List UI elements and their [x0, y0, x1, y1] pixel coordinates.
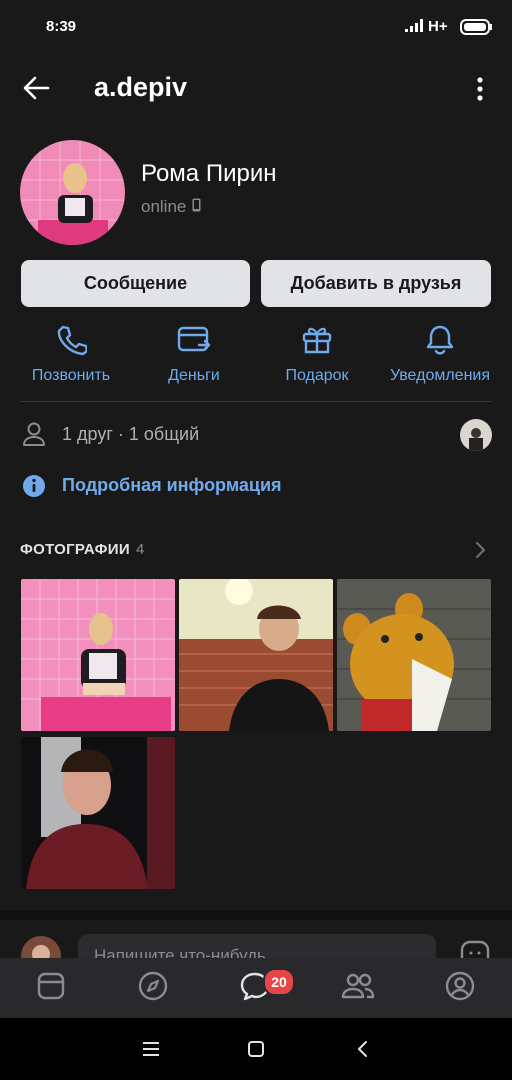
photos-header[interactable]: ФОТОГРАФИИ 4	[20, 541, 145, 558]
call-action-label: Позвонить	[31, 367, 111, 384]
add-friend-button[interactable]: Добавить в друзья	[261, 260, 491, 307]
friends-count-text: 1 друг · 1 общий	[62, 424, 200, 444]
money-card-icon	[129, 322, 259, 358]
info-icon	[22, 474, 46, 503]
discover-icon	[137, 970, 169, 1007]
photo-thumbnail[interactable]	[179, 579, 333, 731]
chevron-right-icon[interactable]	[474, 541, 486, 564]
photo-thumbnail[interactable]	[21, 579, 175, 731]
system-nav-bar	[0, 1018, 512, 1080]
person-icon	[22, 421, 46, 452]
back-arrow-icon[interactable]	[22, 76, 50, 105]
user-avatar	[21, 936, 61, 960]
detailed-info-text: Подробная информация	[62, 475, 282, 495]
detailed-info-row[interactable]: Подробная информация	[20, 470, 492, 502]
news-icon	[36, 971, 66, 1006]
profile-name: Рома Пирин	[141, 160, 277, 187]
friends-icon	[341, 971, 375, 1006]
story-icon[interactable]	[460, 940, 490, 960]
more-options-icon[interactable]	[474, 76, 486, 107]
messages-badge: 20	[263, 968, 295, 996]
back-icon[interactable]	[357, 1040, 369, 1063]
online-status: online	[141, 197, 201, 217]
phone-icon	[6, 322, 136, 358]
mobile-device-icon	[192, 197, 201, 217]
notifications-action-label: Уведомления	[389, 367, 491, 384]
profile-icon	[444, 970, 476, 1007]
tab-friends[interactable]	[328, 958, 388, 1018]
gift-icon	[252, 322, 382, 358]
friends-row[interactable]: 1 друг · 1 общий	[20, 418, 492, 452]
menu-icon[interactable]	[143, 1042, 159, 1061]
profile-avatar[interactable]	[20, 140, 125, 245]
home-icon[interactable]	[248, 1041, 264, 1062]
notifications-action[interactable]: Уведомления	[375, 322, 505, 385]
money-action-label: Деньги	[168, 367, 220, 384]
mutual-friend-avatar	[460, 419, 492, 451]
bell-icon	[375, 322, 505, 358]
gift-action-label: Подарок	[285, 367, 349, 384]
tab-profile[interactable]	[430, 958, 490, 1018]
battery-icon	[460, 19, 492, 40]
section-separator	[0, 910, 512, 920]
tab-discover[interactable]	[123, 958, 183, 1018]
post-composer: Напишите что-нибудь...	[0, 920, 512, 960]
top-bar: a.depiv	[0, 56, 512, 120]
money-action[interactable]: Деньги	[129, 322, 259, 385]
post-input[interactable]: Напишите что-нибудь...	[78, 934, 436, 960]
page-title: a.depiv	[94, 72, 188, 102]
photos-count: 4	[135, 541, 145, 558]
gift-action[interactable]: Подарок	[252, 322, 382, 385]
photo-thumbnail[interactable]	[21, 737, 175, 889]
signal-icon	[403, 19, 423, 38]
call-action[interactable]: Позвонить	[6, 322, 136, 385]
bottom-tab-bar	[0, 958, 512, 1018]
online-status-text: online	[141, 197, 187, 216]
message-button[interactable]: Сообщение	[21, 260, 250, 307]
status-time: 8:39	[46, 18, 77, 35]
photo-thumbnail[interactable]	[337, 579, 491, 731]
network-type: H+	[428, 18, 448, 35]
tab-news[interactable]	[21, 958, 81, 1018]
divider	[20, 401, 492, 402]
photos-title: ФОТОГРАФИИ	[20, 541, 130, 558]
status-bar: 8:39 H+	[0, 0, 512, 56]
